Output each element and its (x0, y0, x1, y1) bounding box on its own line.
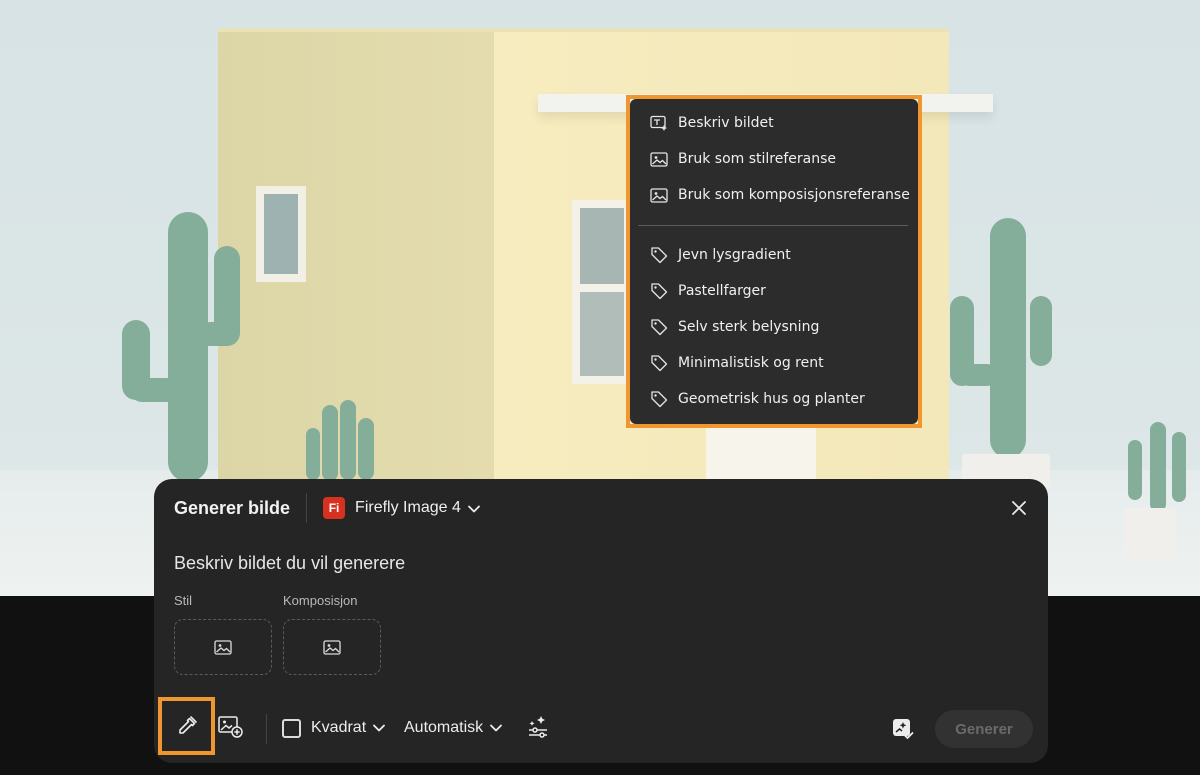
add-image-icon (218, 716, 243, 738)
eyedropper-icon (179, 716, 197, 734)
cactus-far-right-arm (1128, 440, 1142, 500)
panel-title: Generer bilde (174, 497, 291, 518)
menu-divider (638, 225, 908, 226)
menu-item-describe-image[interactable]: Beskriv bildet (630, 105, 918, 141)
add-image-button[interactable] (218, 715, 244, 739)
tag-icon (650, 318, 668, 336)
content-type-dropdown[interactable]: Automatisk (404, 715, 503, 741)
content-type-label: Automatisk (404, 719, 484, 736)
effects-button[interactable] (526, 714, 550, 740)
tag-icon (650, 354, 668, 372)
firefly-logo-icon: Fi (323, 497, 346, 519)
menu-item-label: Minimalistisk og rent (678, 355, 824, 371)
menu-item-label: Geometrisk hus og planter (678, 391, 865, 407)
tag-icon (650, 282, 668, 300)
house-window-large (572, 200, 632, 384)
aspect-ratio-label: Kvadrat (311, 719, 367, 736)
toolbar-divider (266, 714, 267, 744)
context-menu: Beskriv bildet Bruk som stilreferanse Br… (630, 99, 918, 424)
menu-item-label: Bruk som stilreferanse (678, 151, 837, 167)
cactus-far-right-arm-2 (1172, 432, 1186, 502)
cactus-left-arm-join (130, 378, 178, 402)
menu-item-label: Bruk som komposisjonsreferanse (678, 187, 910, 203)
aspect-ratio-dropdown[interactable]: Kvadrat (282, 715, 386, 741)
menu-item-tag[interactable]: Pastellfarger (630, 273, 918, 309)
menu-item-use-as-composition-reference[interactable]: Bruk som komposisjonsreferanse (630, 177, 918, 213)
image-icon (214, 639, 232, 655)
menu-item-tag[interactable]: Minimalistisk og rent (630, 345, 918, 381)
house-roofline (218, 28, 949, 32)
chevron-down-icon (372, 723, 386, 733)
panel-header: Generer bilde Fi Firefly Image 4 (174, 493, 481, 523)
cactus-left-arm-right-join (198, 322, 238, 346)
close-button[interactable] (1010, 499, 1028, 517)
cactus-right (990, 218, 1026, 458)
content-credentials-button[interactable] (891, 717, 915, 741)
effects-settings-icon (529, 716, 547, 738)
prompt-input[interactable] (174, 553, 1014, 574)
menu-item-label: Jevn lysgradient (678, 247, 791, 263)
cactus-far-right (1150, 422, 1166, 512)
generate-button[interactable]: Generer (935, 710, 1033, 748)
cactus-small-3 (358, 418, 374, 480)
chevron-down-icon (467, 499, 481, 518)
cactus-small-1 (322, 405, 338, 481)
model-label: Firefly Image 4 (355, 499, 461, 516)
eyedropper-button[interactable] (174, 713, 200, 739)
generate-image-panel: Generer bilde Fi Firefly Image 4 .prompt… (154, 479, 1048, 763)
menu-item-label: Selv sterk belysning (678, 319, 820, 335)
cactus-small-2 (340, 400, 356, 480)
style-reference-dropzone[interactable] (174, 619, 272, 675)
image-icon (323, 639, 341, 655)
model-selector[interactable]: Fi Firefly Image 4 (323, 497, 481, 519)
header-divider (306, 493, 308, 523)
menu-item-tag[interactable]: Selv sterk belysning (630, 309, 918, 345)
menu-item-label: Pastellfarger (678, 283, 766, 299)
tag-icon (650, 390, 668, 408)
describe-image-icon (650, 114, 668, 132)
panel-toolbar: Kvadrat Automatisk Generer (154, 697, 1048, 755)
tag-icon (650, 246, 668, 264)
menu-item-use-as-style-reference[interactable]: Bruk som stilreferanse (630, 141, 918, 177)
cactus-small-4 (306, 428, 320, 480)
plant-pot-far-right (1124, 508, 1176, 558)
house-doorway (706, 420, 816, 480)
image-icon (650, 186, 668, 204)
square-aspect-icon (282, 718, 301, 738)
menu-item-tag[interactable]: Jevn lysgradient (630, 237, 918, 273)
menu-item-tag[interactable]: Geometrisk hus og planter (630, 381, 918, 417)
chevron-down-icon (489, 723, 503, 733)
composition-reference-dropzone[interactable] (283, 619, 381, 675)
menu-item-label: Beskriv bildet (678, 115, 774, 131)
close-icon (1012, 501, 1026, 515)
style-reference-label: Stil (174, 593, 193, 608)
cactus-right-arm-join (958, 364, 998, 386)
image-icon (650, 150, 668, 168)
cactus-right-arm-2 (1030, 296, 1052, 366)
image-check-icon (893, 719, 914, 739)
cactus-left (168, 212, 208, 482)
composition-reference-label: Komposisjon (283, 593, 358, 608)
house-window-small (256, 186, 306, 282)
